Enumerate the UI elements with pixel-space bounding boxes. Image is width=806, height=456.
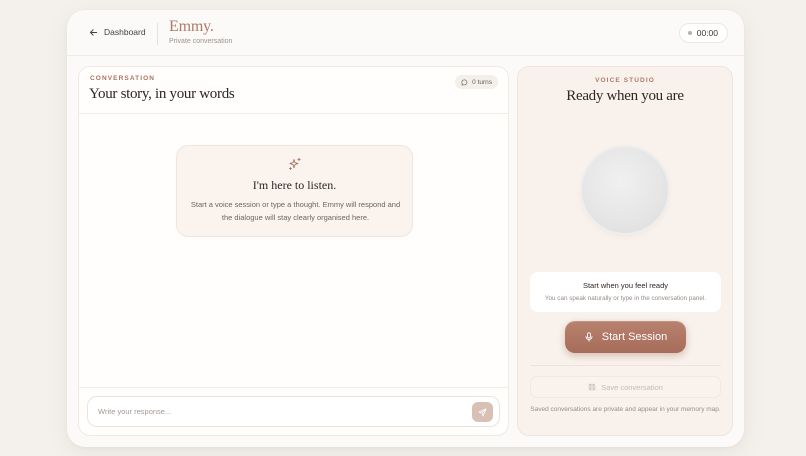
turn-count-badge: 0 turns	[455, 75, 498, 89]
ready-hint-card: Start when you feel ready You can speak …	[530, 272, 721, 312]
voice-orb	[582, 147, 668, 233]
save-icon	[588, 383, 596, 391]
turn-count: 0 turns	[472, 78, 492, 86]
ready-hint-subtitle: You can speak naturally or type in the c…	[544, 295, 707, 302]
studio-title: Ready when you are	[566, 88, 684, 104]
session-timer: 00:00	[678, 23, 728, 43]
app-window: Dashboard Emmy. Private conversation 00:…	[67, 10, 744, 447]
brand-logo: Emmy.	[169, 18, 214, 35]
conversation-panel: CONVERSATION Your story, in your words 0…	[78, 66, 509, 436]
back-label: Dashboard	[104, 27, 146, 37]
composer-area	[79, 387, 508, 435]
conversation-header: CONVERSATION Your story, in your words 0…	[79, 67, 508, 114]
empty-state-description: Start a voice session or type a thought.…	[190, 200, 401, 222]
start-session-label: Start Session	[601, 331, 668, 343]
microphone-icon	[585, 332, 593, 342]
start-session-button[interactable]: Start Session	[565, 321, 686, 353]
save-conversation-button[interactable]: Save conversation	[530, 376, 721, 398]
timer-status-dot	[687, 31, 692, 35]
response-input[interactable]	[98, 397, 458, 426]
empty-state-card: I'm here to listen. Start a voice sessio…	[176, 145, 413, 237]
studio-eyebrow: VOICE STUDIO	[595, 77, 655, 84]
save-note: Saved conversations are private and appe…	[530, 406, 721, 413]
voice-studio-panel: VOICE STUDIO Ready when you are Start wh…	[517, 66, 733, 436]
timer-value: 00:00	[696, 28, 718, 38]
save-conversation-label: Save conversation	[601, 382, 663, 392]
header-divider	[157, 23, 158, 45]
sparkle-icon	[288, 157, 301, 171]
conversation-title: Your story, in your words	[89, 86, 235, 102]
message-composer	[87, 396, 500, 427]
back-to-dashboard-link[interactable]: Dashboard	[89, 27, 146, 37]
conversation-eyebrow: CONVERSATION	[90, 75, 156, 82]
empty-state-title: I'm here to listen.	[252, 178, 337, 192]
ready-hint-title: Start when you feel ready	[582, 281, 669, 290]
send-icon	[478, 407, 487, 417]
page-subtitle: Private conversation	[169, 38, 233, 45]
top-bar: Dashboard Emmy. Private conversation 00:…	[67, 10, 744, 56]
arrow-left-icon	[89, 28, 98, 36]
studio-divider	[530, 365, 721, 366]
chat-bubble-icon	[461, 79, 468, 85]
send-button[interactable]	[472, 402, 493, 422]
